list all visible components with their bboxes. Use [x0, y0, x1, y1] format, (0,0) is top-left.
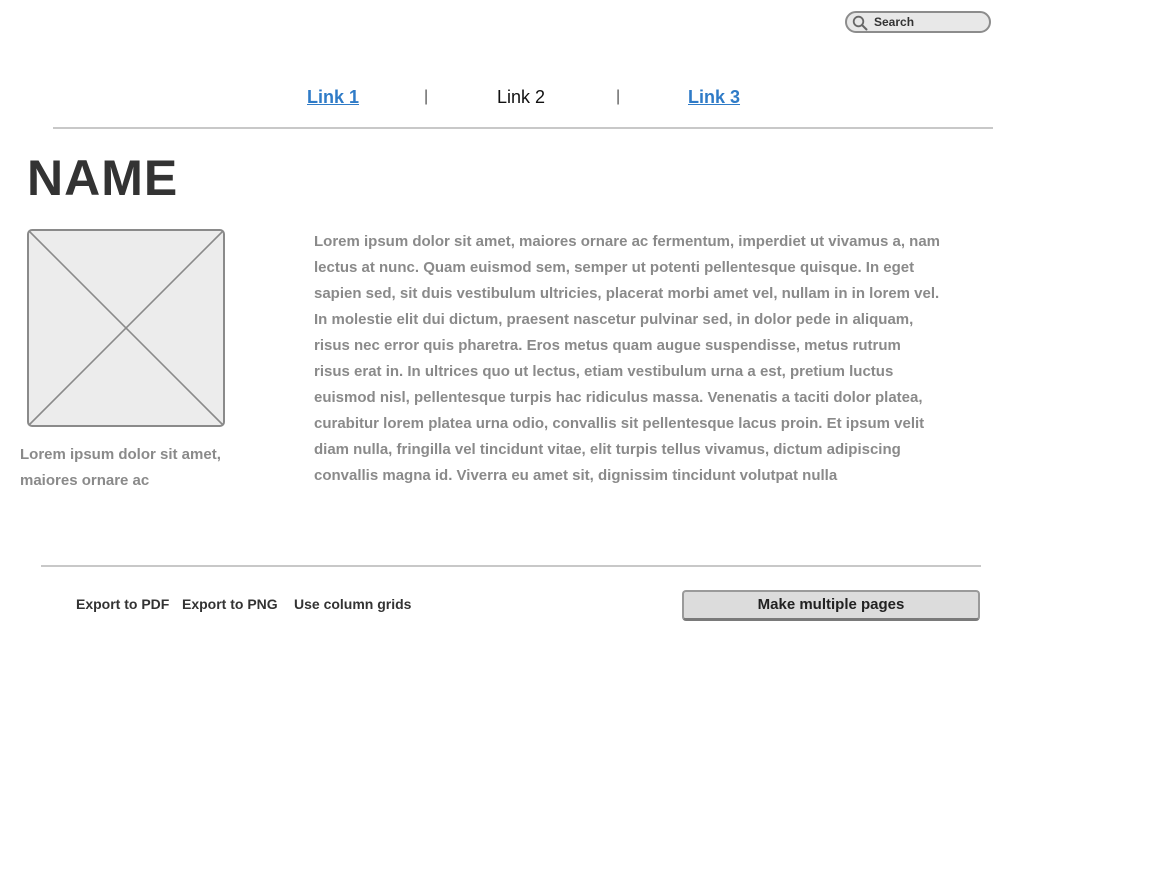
- nav-separator: |: [424, 88, 429, 105]
- nav-link-1[interactable]: Link 1: [307, 84, 359, 110]
- top-nav: Link 1 | Link 2 | Link 3: [0, 84, 1160, 110]
- export-pdf-link[interactable]: Export to PDF: [76, 594, 169, 614]
- footer-divider: [41, 565, 981, 567]
- export-png-link[interactable]: Export to PNG: [182, 594, 278, 614]
- search-input[interactable]: [874, 13, 984, 31]
- search-box[interactable]: [845, 11, 991, 33]
- body-paragraph: Lorem ipsum dolor sit amet, maiores orna…: [314, 233, 941, 484]
- nav-separator: |: [616, 88, 621, 105]
- header-divider: [53, 127, 993, 129]
- nav-link-2-current[interactable]: Link 2: [497, 84, 545, 110]
- image-caption: Lorem ipsum dolor sit amet, maiores orna…: [20, 446, 221, 489]
- image-placeholder-icon: [27, 229, 225, 427]
- page-title: NAME: [27, 150, 179, 206]
- nav-link-3[interactable]: Link 3: [688, 84, 740, 110]
- make-multiple-pages-button[interactable]: Make multiple pages: [682, 590, 980, 621]
- search-icon: [852, 15, 868, 31]
- column-grids-link[interactable]: Use column grids: [294, 594, 411, 614]
